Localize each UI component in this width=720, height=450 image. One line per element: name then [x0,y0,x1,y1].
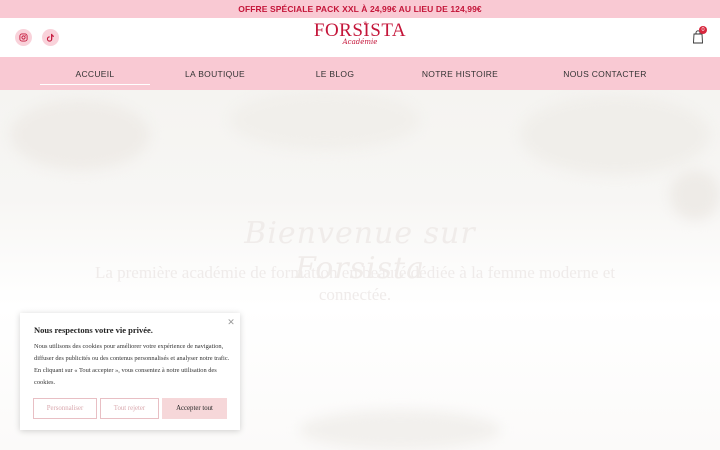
hero-subtitle: La première académie de formation en bea… [94,263,616,304]
site-header: ♛ FORSISTA Académie 0 [0,18,720,57]
close-icon[interactable]: ✕ [226,317,236,327]
hero-background-shape [10,100,150,170]
promo-bar: OFFRE SPÉCIALE PACK XXL À 24,99€ AU LIEU… [0,0,720,18]
crown-icon: ♛ [363,21,368,27]
hero-background-shape [670,170,720,220]
instagram-icon[interactable] [15,29,32,46]
hero-background-shape [520,95,710,175]
cookie-description: Nous utilisons des cookies pour améliore… [34,343,230,386]
nav-item-nous-contacter[interactable]: NOUS CONTACTER [540,57,670,90]
customize-button[interactable]: Personnaliser [33,398,97,419]
nav-active-indicator [40,84,150,85]
main-nav: ACCUEIL LA BOUTIQUE LE BLOG NOTRE HISTOI… [0,57,720,90]
hero-background-shape [300,410,500,450]
hero-background-shape [230,90,420,150]
cart-count-badge: 0 [699,26,707,34]
cookie-title: Nous respectons votre vie privée. [34,325,153,335]
cookie-consent-banner: ✕ Nous respectons votre vie privée. Nous… [20,313,240,430]
site-logo[interactable]: ♛ FORSISTA Académie [314,20,406,56]
nav-item-la-boutique[interactable]: LA BOUTIQUE [160,57,270,90]
nav-item-accueil[interactable]: ACCUEIL [40,57,150,90]
logo-subtitle: Académie [342,38,378,46]
accept-all-button[interactable]: Accepter tout [162,398,227,419]
promo-text: OFFRE SPÉCIALE PACK XXL À 24,99€ AU LIEU… [238,4,482,14]
tiktok-icon[interactable] [42,29,59,46]
nav-item-le-blog[interactable]: LE BLOG [280,57,390,90]
nav-item-notre-histoire[interactable]: NOTRE HISTOIRE [400,57,520,90]
reject-all-button[interactable]: Tout rejeter [100,398,159,419]
